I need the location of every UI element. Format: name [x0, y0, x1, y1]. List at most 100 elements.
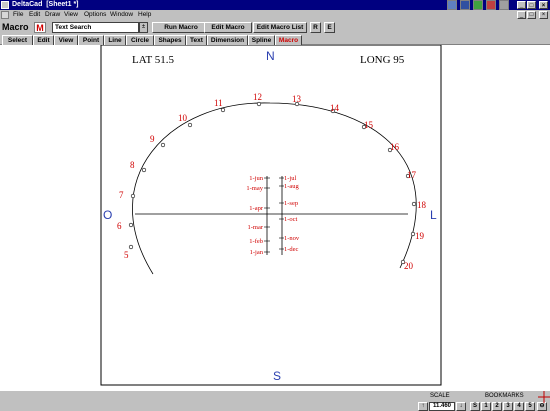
scale-down-button[interactable]: ↓	[456, 402, 466, 411]
hour-label: 20	[404, 261, 414, 271]
run-macro-button[interactable]: Run Macro	[152, 22, 210, 33]
date-label-right: 1-aug	[284, 183, 300, 190]
e-button[interactable]: E	[324, 22, 335, 33]
bookmark-2-button[interactable]: 2	[492, 402, 502, 411]
compass-east: L	[430, 208, 437, 222]
bookmark-3-button[interactable]: 3	[503, 402, 513, 411]
date-label-left: 1-apr	[249, 205, 264, 212]
compass-west: O	[103, 208, 112, 222]
hour-point	[220, 107, 226, 113]
doc-close-button[interactable]: ×	[539, 11, 548, 19]
hour-point	[187, 122, 193, 128]
date-label-left: 1-feb	[249, 238, 263, 245]
compass-south: S	[273, 369, 281, 383]
hour-point	[141, 167, 147, 173]
hour-point	[160, 142, 166, 148]
longitude-label: LONG 95	[360, 54, 405, 66]
app-icon[interactable]	[1, 1, 9, 9]
tab-circle[interactable]: Circle	[126, 35, 154, 45]
menu-window[interactable]: Window	[110, 10, 133, 20]
macro-select[interactable]: Text Search	[52, 22, 139, 33]
macro-icon[interactable]: M	[34, 22, 46, 33]
hour-label: 19	[415, 231, 425, 241]
hour-label: 6	[117, 221, 122, 231]
crosshair-icon	[538, 391, 550, 403]
hour-point	[256, 101, 262, 107]
hour-label: 12	[253, 92, 262, 102]
tab-line[interactable]: Line	[104, 35, 126, 45]
date-label-right: 1-oct	[284, 216, 298, 223]
scale-label: SCALE	[430, 393, 450, 399]
doc-minimize-button[interactable]: _	[517, 11, 526, 19]
hour-label: 5	[124, 250, 129, 260]
maximize-button[interactable]: □	[527, 1, 536, 9]
document-icon[interactable]	[1, 11, 9, 19]
drawing-sheet[interactable]: LAT 51.5 LONG 95 N S O L 5 6 7 8 9 10 11 12 13 14…	[0, 45, 550, 390]
bookmark-1-button[interactable]: 1	[481, 402, 491, 411]
menu-help[interactable]: Help	[138, 10, 151, 20]
close-button[interactable]: ×	[539, 1, 548, 9]
bookmark-5-button[interactable]: 5	[525, 402, 535, 411]
edit-macro-button[interactable]: Edit Macro	[204, 22, 252, 33]
menu-edit[interactable]: Edit	[29, 10, 40, 20]
hour-label: 7	[119, 190, 124, 200]
menu-options[interactable]: Options	[84, 10, 106, 20]
menu-view[interactable]: View	[64, 10, 78, 20]
minimize-button[interactable]: _	[517, 1, 526, 9]
date-label-right: 1-dec	[284, 246, 299, 253]
r-button[interactable]: R	[310, 22, 321, 33]
date-label-right: 1-jul	[284, 175, 296, 182]
hour-label: 8	[130, 160, 135, 170]
hour-label: 9	[150, 134, 155, 144]
tab-point[interactable]: Point	[78, 35, 104, 45]
hour-point	[130, 193, 136, 199]
toolbar-mini-icon-4[interactable]	[486, 0, 496, 10]
toolbar-mini-icon-3[interactable]	[473, 0, 483, 10]
hour-label: 16	[390, 142, 400, 152]
hour-label: 10	[178, 113, 188, 123]
macro-label: Macro	[2, 22, 29, 32]
status-bar: SCALE ↑ 11.460 ↓ BOOKMARKS S 1 2 3 4 5 ⊖	[0, 390, 550, 411]
date-label-left: 1-may	[246, 185, 263, 192]
tab-macro[interactable]: Macro	[275, 35, 302, 45]
date-label-left: 1-jun	[249, 175, 263, 182]
tab-spline[interactable]: Spline	[248, 35, 275, 45]
menu-bar: File Edit Draw View Options Window Help …	[0, 10, 550, 20]
menu-file[interactable]: File	[13, 10, 23, 20]
toolbar-mini-icon-2[interactable]	[460, 0, 470, 10]
cursor-crosshair-icon	[538, 391, 550, 411]
tab-edit[interactable]: Edit	[33, 35, 54, 45]
edit-macro-list-button[interactable]: Edit Macro List	[253, 22, 307, 33]
hour-point	[128, 222, 134, 228]
hour-label: 11	[214, 98, 223, 108]
tool-tabs: Select Edit View Point Line Circle Shape…	[0, 34, 550, 45]
scale-up-button[interactable]: ↑	[418, 402, 428, 411]
date-label-right: 1-sep	[284, 200, 298, 207]
menu-draw[interactable]: Draw	[45, 10, 60, 20]
hour-label: 13	[292, 94, 302, 104]
bookmark-4-button[interactable]: 4	[514, 402, 524, 411]
scale-value[interactable]: 11.460	[429, 402, 455, 411]
tab-text[interactable]: Text	[186, 35, 207, 45]
tab-view[interactable]: View	[54, 35, 78, 45]
toolbar-mini-icon-5[interactable]	[499, 0, 509, 10]
hour-label: 15	[364, 120, 374, 130]
tab-shapes[interactable]: Shapes	[154, 35, 186, 45]
title-bar: DeltaCad [Sheet1 *] _ □ ×	[0, 0, 550, 10]
date-label-left: 1-jan	[250, 249, 264, 256]
date-label-right: 1-nov	[284, 235, 300, 242]
bookmark-s-button[interactable]: S	[470, 402, 480, 411]
drawing-canvas[interactable]: LAT 51.5 LONG 95 N S O L 5 6 7 8 9 10 11 12 13 14…	[0, 45, 550, 390]
bookmarks-label: BOOKMARKS	[485, 393, 524, 399]
hour-point	[411, 201, 417, 207]
tab-select[interactable]: Select	[2, 35, 33, 45]
macro-select-spinner[interactable]: ±	[139, 22, 148, 33]
sheet-border	[100, 45, 442, 386]
doc-restore-button[interactable]: □	[527, 11, 536, 19]
window-title: DeltaCad [Sheet1 *]	[12, 1, 79, 8]
latitude-label: LAT 51.5	[132, 54, 174, 66]
compass-north: N	[266, 49, 275, 63]
hour-label: 14	[330, 103, 340, 113]
toolbar-mini-icon-1[interactable]	[447, 0, 457, 10]
tab-dimension[interactable]: Dimension	[207, 35, 248, 45]
